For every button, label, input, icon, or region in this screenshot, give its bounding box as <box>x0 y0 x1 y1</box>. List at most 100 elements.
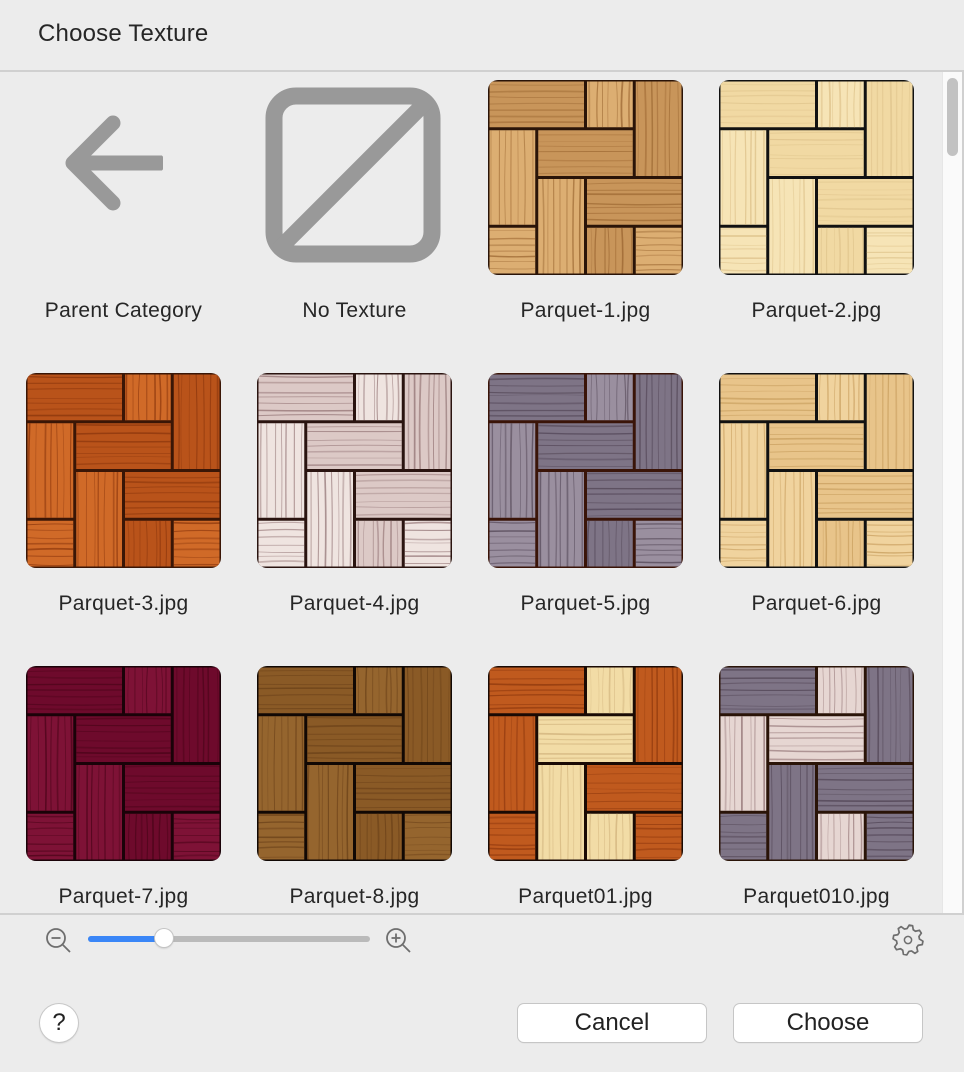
texture-label: Parquet-8.jpg <box>289 885 420 908</box>
parquet-plank <box>818 813 864 860</box>
parquet-plank <box>355 765 451 811</box>
texture-item[interactable]: No Texture <box>239 72 470 365</box>
scrollbar-thumb[interactable] <box>947 78 958 156</box>
parquet-plank <box>489 227 536 274</box>
parquet-plank <box>489 374 585 421</box>
parquet-plank <box>538 178 584 274</box>
parquet-plank <box>76 471 122 567</box>
parquet-plank <box>866 374 913 470</box>
parquet-plank <box>586 472 682 518</box>
parquet-plank <box>817 765 913 811</box>
parquet-plank <box>866 813 913 860</box>
texture-item[interactable]: Parquet-4.jpg <box>239 365 470 658</box>
arrow-left-icon[interactable] <box>26 80 221 275</box>
parquet-plank <box>866 81 913 177</box>
slider-knob[interactable] <box>155 929 174 947</box>
parquet-plank <box>635 227 682 274</box>
parquet-plank <box>720 667 816 714</box>
texture-label: Parquet-2.jpg <box>751 299 882 322</box>
texture-thumbnail[interactable] <box>257 373 452 568</box>
parquet-plank <box>769 764 815 860</box>
parquet-plank <box>720 813 767 860</box>
texture-thumbnail[interactable] <box>488 373 683 568</box>
no-texture-icon[interactable] <box>257 80 452 275</box>
parquet-plank <box>538 130 633 176</box>
zoom-out-icon[interactable] <box>44 926 74 956</box>
texture-item[interactable]: Parquet-1.jpg <box>470 72 701 365</box>
parquet-plank <box>27 520 74 567</box>
texture-label: Parquet-1.jpg <box>520 299 651 322</box>
texture-thumbnail[interactable] <box>26 666 221 861</box>
texture-item[interactable]: Parquet010.jpg <box>701 658 932 914</box>
parquet-plank <box>720 374 816 421</box>
parquet-plank <box>818 667 864 714</box>
texture-thumbnail[interactable] <box>488 666 683 861</box>
texture-thumbnail[interactable] <box>257 666 452 861</box>
texture-label: Parent Category <box>44 299 203 322</box>
texture-label: Parquet-7.jpg <box>58 885 189 908</box>
parquet-plank <box>404 520 451 567</box>
texture-label: No Texture <box>302 299 407 322</box>
texture-item[interactable]: Parent Category <box>8 72 239 365</box>
texture-item[interactable]: Parquet-8.jpg <box>239 658 470 914</box>
parquet-plank <box>587 667 633 714</box>
parquet-plank <box>538 423 633 469</box>
parquet-plank <box>769 178 815 274</box>
texture-thumbnail[interactable] <box>719 80 914 275</box>
texture-thumbnail[interactable] <box>488 80 683 275</box>
parquet-plank <box>587 813 633 860</box>
texture-label: Parquet-6.jpg <box>751 592 882 615</box>
choose-button[interactable]: Choose <box>734 1004 922 1042</box>
cancel-button[interactable]: Cancel <box>518 1004 706 1042</box>
parquet-plank <box>173 520 220 567</box>
parquet-plank <box>489 520 536 567</box>
parquet-plank <box>404 374 451 470</box>
parquet-plank <box>489 81 585 128</box>
texture-item[interactable]: Parquet-6.jpg <box>701 365 932 658</box>
texture-label: Parquet-3.jpg <box>58 592 189 615</box>
parquet-plank <box>635 667 682 763</box>
texture-item[interactable]: Parquet01.jpg <box>470 658 701 914</box>
parquet-plank <box>27 716 74 811</box>
parquet-plank <box>586 765 682 811</box>
parquet-plank <box>818 520 864 567</box>
texture-item[interactable]: Parquet-3.jpg <box>8 365 239 658</box>
parquet-plank <box>356 520 402 567</box>
texture-label: Parquet-5.jpg <box>520 592 651 615</box>
texture-item[interactable]: Parquet-2.jpg <box>701 72 932 365</box>
parquet-plank <box>817 179 913 225</box>
parquet-plank <box>489 423 536 518</box>
parquet-plank <box>769 130 864 176</box>
dialog-title: Choose Texture <box>38 20 209 47</box>
parquet-plank <box>817 472 913 518</box>
help-button[interactable]: ? <box>40 1004 78 1042</box>
parquet-plank <box>720 227 767 274</box>
parquet-plank <box>538 716 633 762</box>
vertical-scrollbar[interactable] <box>942 72 962 914</box>
parquet-plank <box>258 423 305 518</box>
texture-item[interactable]: Parquet-5.jpg <box>470 365 701 658</box>
parquet-plank <box>720 130 767 225</box>
texture-thumbnail[interactable] <box>26 373 221 568</box>
parquet-plank <box>489 813 536 860</box>
parquet-plank <box>27 813 74 860</box>
parquet-plank <box>173 374 220 470</box>
parquet-plank <box>258 374 354 421</box>
parquet-plank <box>76 716 171 762</box>
parquet-plank <box>173 667 220 763</box>
parquet-plank <box>818 374 864 421</box>
gear-icon[interactable] <box>890 922 926 958</box>
texture-label: Parquet01.jpg <box>518 885 653 908</box>
texture-thumbnail[interactable] <box>719 666 914 861</box>
parquet-plank <box>586 520 633 567</box>
parquet-plank <box>356 374 402 421</box>
thumbnail-size-slider[interactable] <box>88 929 370 950</box>
parquet-plank <box>27 667 123 714</box>
texture-thumbnail[interactable] <box>719 373 914 568</box>
parquet-plank <box>538 764 584 860</box>
texture-item[interactable]: Parquet-7.jpg <box>8 658 239 914</box>
parquet-plank <box>635 520 682 567</box>
parquet-plank <box>866 520 913 567</box>
zoom-in-icon[interactable] <box>384 926 414 956</box>
texture-grid: Parent Category No Texture Parquet-1.jpg Pa… <box>0 72 942 914</box>
